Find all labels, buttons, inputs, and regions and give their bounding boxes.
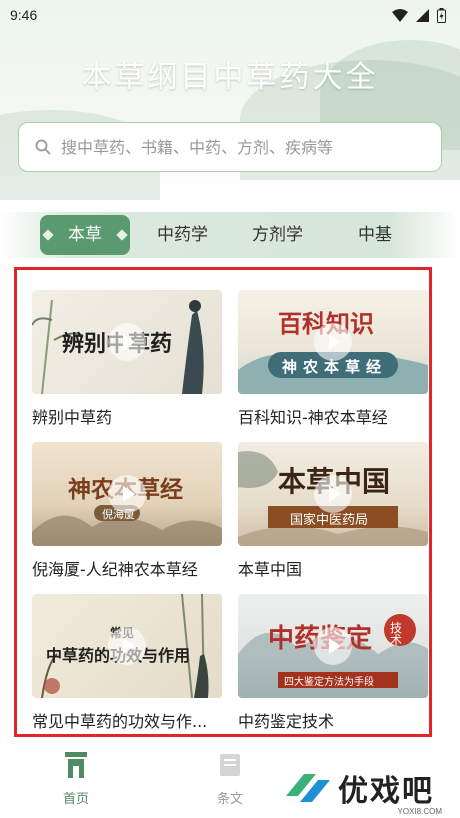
status-time: 9:46 bbox=[10, 7, 38, 23]
thumbnail-subcaption: 四大鉴定方法为手段 bbox=[284, 677, 374, 688]
nav-label: 条文 bbox=[216, 792, 243, 807]
play-icon bbox=[314, 323, 352, 361]
book-icon bbox=[220, 754, 240, 776]
play-icon bbox=[314, 475, 352, 513]
video-thumbnail[interactable]: 神农本草经 倪海厦 bbox=[32, 442, 222, 546]
search-bar[interactable] bbox=[18, 122, 442, 172]
card-title: 中药鉴定技术 bbox=[238, 712, 335, 731]
video-card[interactable]: 中药鉴定 技术 四大鉴定方法为手段 中药鉴定技术 bbox=[238, 594, 428, 732]
tab-zhongyaoxue[interactable]: 中药学 bbox=[145, 212, 220, 258]
watermark-subtext: YOXI8.COM bbox=[397, 807, 442, 816]
signal-icon bbox=[416, 8, 429, 22]
video-thumbnail[interactable]: 本草中国 国家中医药局 bbox=[238, 442, 428, 546]
video-thumbnail[interactable]: 辨别中草药 bbox=[32, 290, 222, 394]
nav-label: 首页 bbox=[62, 792, 89, 807]
play-icon bbox=[108, 627, 146, 665]
logo-icon bbox=[286, 774, 330, 802]
tab-zhongji[interactable]: 中基 bbox=[340, 212, 410, 258]
play-icon bbox=[108, 475, 146, 513]
wifi-icon bbox=[392, 8, 408, 22]
play-icon bbox=[108, 323, 146, 361]
app-title: 本草纲目中草药大全 bbox=[81, 60, 379, 95]
search-icon bbox=[35, 139, 51, 155]
watermark-text: 优戏吧 bbox=[338, 774, 434, 809]
home-icon bbox=[65, 752, 87, 778]
thumbnail-badge: 技术 bbox=[390, 621, 403, 647]
nav-item-articles[interactable]: 条文 bbox=[200, 750, 260, 807]
nav-item-home[interactable]: 首页 bbox=[46, 750, 106, 807]
card-title: 本草中国 bbox=[238, 560, 303, 579]
video-card[interactable]: 百科知识 神农本草经 百科知识-神农本草经 bbox=[238, 290, 428, 428]
battery-icon bbox=[437, 7, 446, 23]
video-card[interactable]: 常见 中草药的功效与作用 常见中草药的功效与作... bbox=[32, 594, 222, 732]
play-icon bbox=[314, 627, 352, 665]
video-card[interactable]: 神农本草经 倪海厦 倪海厦-人纪神农本草经 bbox=[32, 442, 222, 580]
video-card[interactable]: 辨别中草药 辨别中草药 bbox=[32, 290, 222, 428]
video-thumbnail[interactable]: 百科知识 神农本草经 bbox=[238, 290, 428, 394]
tab-bencao[interactable]: 本草 bbox=[40, 215, 130, 255]
card-title: 常见中草药的功效与作... bbox=[32, 712, 208, 731]
card-title: 倪海厦-人纪神农本草经 bbox=[32, 560, 198, 579]
video-thumbnail[interactable]: 常见 中草药的功效与作用 bbox=[32, 594, 222, 698]
card-title: 百科知识-神农本草经 bbox=[238, 408, 388, 427]
card-title: 辨别中草药 bbox=[32, 408, 113, 427]
video-thumbnail[interactable]: 中药鉴定 技术 四大鉴定方法为手段 bbox=[238, 594, 428, 698]
video-card[interactable]: 本草中国 国家中医药局 本草中国 bbox=[238, 442, 428, 580]
search-input[interactable] bbox=[61, 137, 421, 157]
category-tabs: 本草 中药学 方剂学 中基 bbox=[0, 212, 460, 258]
status-icons bbox=[392, 7, 446, 23]
tab-fangjixue[interactable]: 方剂学 bbox=[240, 212, 315, 258]
status-bar: 9:46 bbox=[0, 0, 460, 30]
watermark-logo: 优戏吧 YOXI8.COM bbox=[282, 760, 452, 816]
